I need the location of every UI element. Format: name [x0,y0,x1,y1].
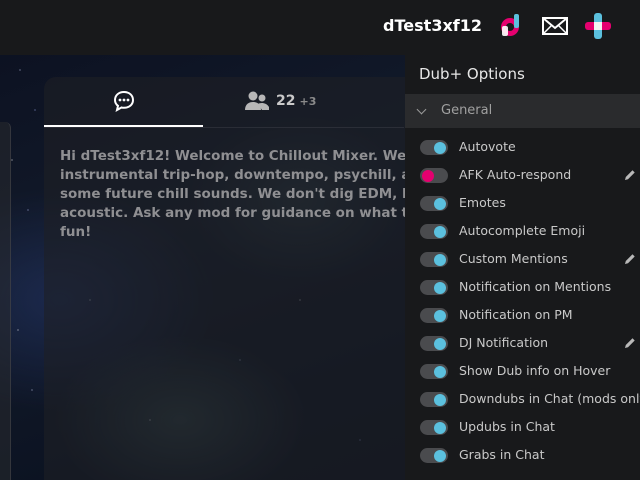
option-label: Downdubs in Chat (mods only) [459,391,640,406]
option-label: Updubs in Chat [459,419,555,434]
option-label: Show Dub info on Hover [459,363,611,378]
option-label: AFK Auto-respond [459,167,572,182]
toggle-knob [434,225,446,238]
toggle-knob [434,141,446,154]
option-label: Custom Mentions [459,251,568,266]
chat-bubble-icon [113,90,134,112]
welcome-message: Hi dTest3xf12! Welcome to Chillout Mixer… [60,147,405,242]
dubtrack-logo-icon[interactable] [495,11,525,41]
toggle-knob [434,309,446,322]
pencil-icon[interactable] [623,252,637,266]
toggle-knob [434,421,446,434]
toggle-knob [434,449,446,462]
top-bar: dTest3xf12 [0,0,640,55]
option-label: Grabs in Chat [459,447,545,462]
users-count: 22 [276,93,296,109]
option-label: Emotes [459,195,506,210]
chat-panel: 22 +3 Hi dTest3xf12! Welcome to Chillout… [44,77,424,480]
tab-users[interactable]: 22 +3 [244,77,344,125]
username[interactable]: dTest3xf12 [383,16,482,35]
option-toggle[interactable] [420,448,448,463]
option-row[interactable]: Emotes [405,189,640,217]
option-label: Notification on Mentions [459,279,612,294]
option-row[interactable]: Notification on Mentions [405,273,640,301]
users-icon [245,91,269,110]
side-panel-edge [0,122,11,480]
dubplus-icon[interactable] [583,11,613,41]
option-toggle[interactable] [420,252,448,267]
option-row[interactable]: Notification on PM [405,301,640,329]
option-toggle[interactable] [420,364,448,379]
option-row[interactable]: Grabs in Chat [405,441,640,469]
welcome-line: fun! [60,224,92,240]
toggle-knob [434,365,446,378]
option-row[interactable]: Show Dub info on Hover [405,357,640,385]
option-row[interactable]: Custom Mentions [405,245,640,273]
toggle-knob [422,169,434,182]
option-label: Notification on PM [459,307,573,322]
option-label: DJ Notification [459,335,549,350]
toggle-knob [434,337,446,350]
option-toggle[interactable] [420,336,448,351]
chevron-down-icon [416,104,427,115]
tab-chat[interactable] [44,77,203,127]
option-label: Autocomplete Emoji [459,223,586,238]
welcome-line: acoustic. Ask any mod for guidance on wh… [60,205,405,221]
option-row[interactable]: Autocomplete Emoji [405,217,640,245]
option-row[interactable]: Downdubs in Chat (mods only) [405,385,640,413]
welcome-line: Hi dTest3xf12! Welcome to Chillout Mixer… [60,148,405,164]
welcome-line: some future chill sounds. We don't dig E… [60,186,405,202]
options-title: Dub+ Options [419,65,525,83]
pencil-icon[interactable] [623,168,637,182]
toggle-knob [434,393,446,406]
option-toggle[interactable] [420,224,448,239]
option-row[interactable]: Autovote [405,133,640,161]
toggle-knob [434,281,446,294]
pencil-icon[interactable] [623,336,637,350]
section-label: General [441,103,493,118]
option-toggle[interactable] [420,308,448,323]
chat-tabs: 22 +3 [44,77,404,128]
option-toggle[interactable] [420,420,448,435]
option-toggle[interactable] [420,392,448,407]
option-toggle[interactable] [420,196,448,211]
mail-icon[interactable] [540,11,570,41]
option-label: Autovote [459,139,516,154]
dubplus-options-panel: Dub+ Options General Autovote AFK Auto-re… [405,55,640,480]
toggle-knob [434,253,446,266]
option-row[interactable]: Updubs in Chat [405,413,640,441]
option-row[interactable]: DJ Notification [405,329,640,357]
toggle-knob [434,197,446,210]
users-extra-count: +3 [299,94,317,108]
option-toggle[interactable] [420,140,448,155]
welcome-line: instrumental trip-hop, downtempo, psychi… [60,167,405,183]
option-toggle[interactable] [420,168,448,183]
option-row[interactable]: AFK Auto-respond [405,161,640,189]
option-toggle[interactable] [420,280,448,295]
section-general-header[interactable]: General [405,94,640,128]
